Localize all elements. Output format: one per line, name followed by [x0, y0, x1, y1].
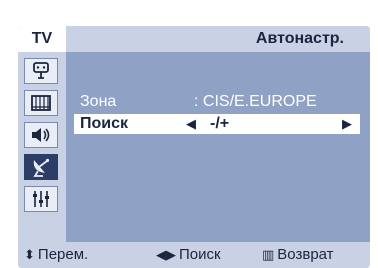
title-bar: TV Автонастр.	[18, 26, 370, 52]
tv-osd-frame: TV Автонастр. Зона: CIS/E.EUROPE Поиск …	[4, 4, 374, 268]
arrow-left-icon[interactable]: ◀	[186, 114, 196, 134]
sidebar-item-input[interactable]	[24, 58, 58, 84]
status-search-label: Поиск	[179, 246, 221, 263]
menu-row-search[interactable]: Поиск ◀ -/+ ▶	[74, 114, 360, 134]
sidebar-item-picture[interactable]	[24, 90, 58, 116]
status-bar: ⬍ Перем. ◀▶ Поиск ▥ Возврат	[18, 242, 370, 268]
sidebar	[18, 52, 66, 242]
speaker-icon	[32, 128, 50, 142]
updown-arrows-icon: ⬍	[24, 247, 35, 262]
tv-menu-screen: TV Автонастр. Зона: CIS/E.EUROPE Поиск …	[18, 26, 370, 268]
search-label: Поиск	[80, 115, 129, 132]
equalizer-sliders-icon	[33, 191, 49, 207]
status-move: ⬍ Перем.	[24, 242, 88, 268]
tv-tab[interactable]: TV	[18, 26, 66, 52]
menu-title: Автонастр.	[255, 30, 344, 47]
zone-label: Зона	[80, 93, 117, 110]
sidebar-item-channel[interactable]	[24, 154, 58, 180]
zone-value: : CIS/E.EUROPE	[194, 93, 317, 110]
status-move-label: Перем.	[37, 246, 89, 263]
menu-content: Зона : CIS/E.EUROPE Поиск ◀ -/+ ▶	[66, 52, 370, 242]
menu-grid-icon: ▥	[262, 247, 275, 262]
status-search: ◀▶ Поиск	[156, 242, 221, 268]
search-value: -/+	[210, 115, 230, 132]
satellite-dish-icon	[33, 158, 50, 177]
sidebar-item-sound[interactable]	[24, 122, 58, 148]
arrow-right-icon[interactable]: ▶	[342, 114, 352, 134]
antenna-plug-icon	[33, 62, 49, 79]
leftright-arrows-icon: ◀▶	[156, 247, 176, 262]
menu-row-zone[interactable]: Зона : CIS/E.EUROPE	[74, 92, 360, 112]
status-return: ▥ Возврат	[262, 242, 334, 268]
sidebar-item-setup[interactable]	[24, 186, 58, 212]
screen-grid-icon	[31, 95, 51, 111]
status-return-label: Возврат	[277, 246, 334, 263]
